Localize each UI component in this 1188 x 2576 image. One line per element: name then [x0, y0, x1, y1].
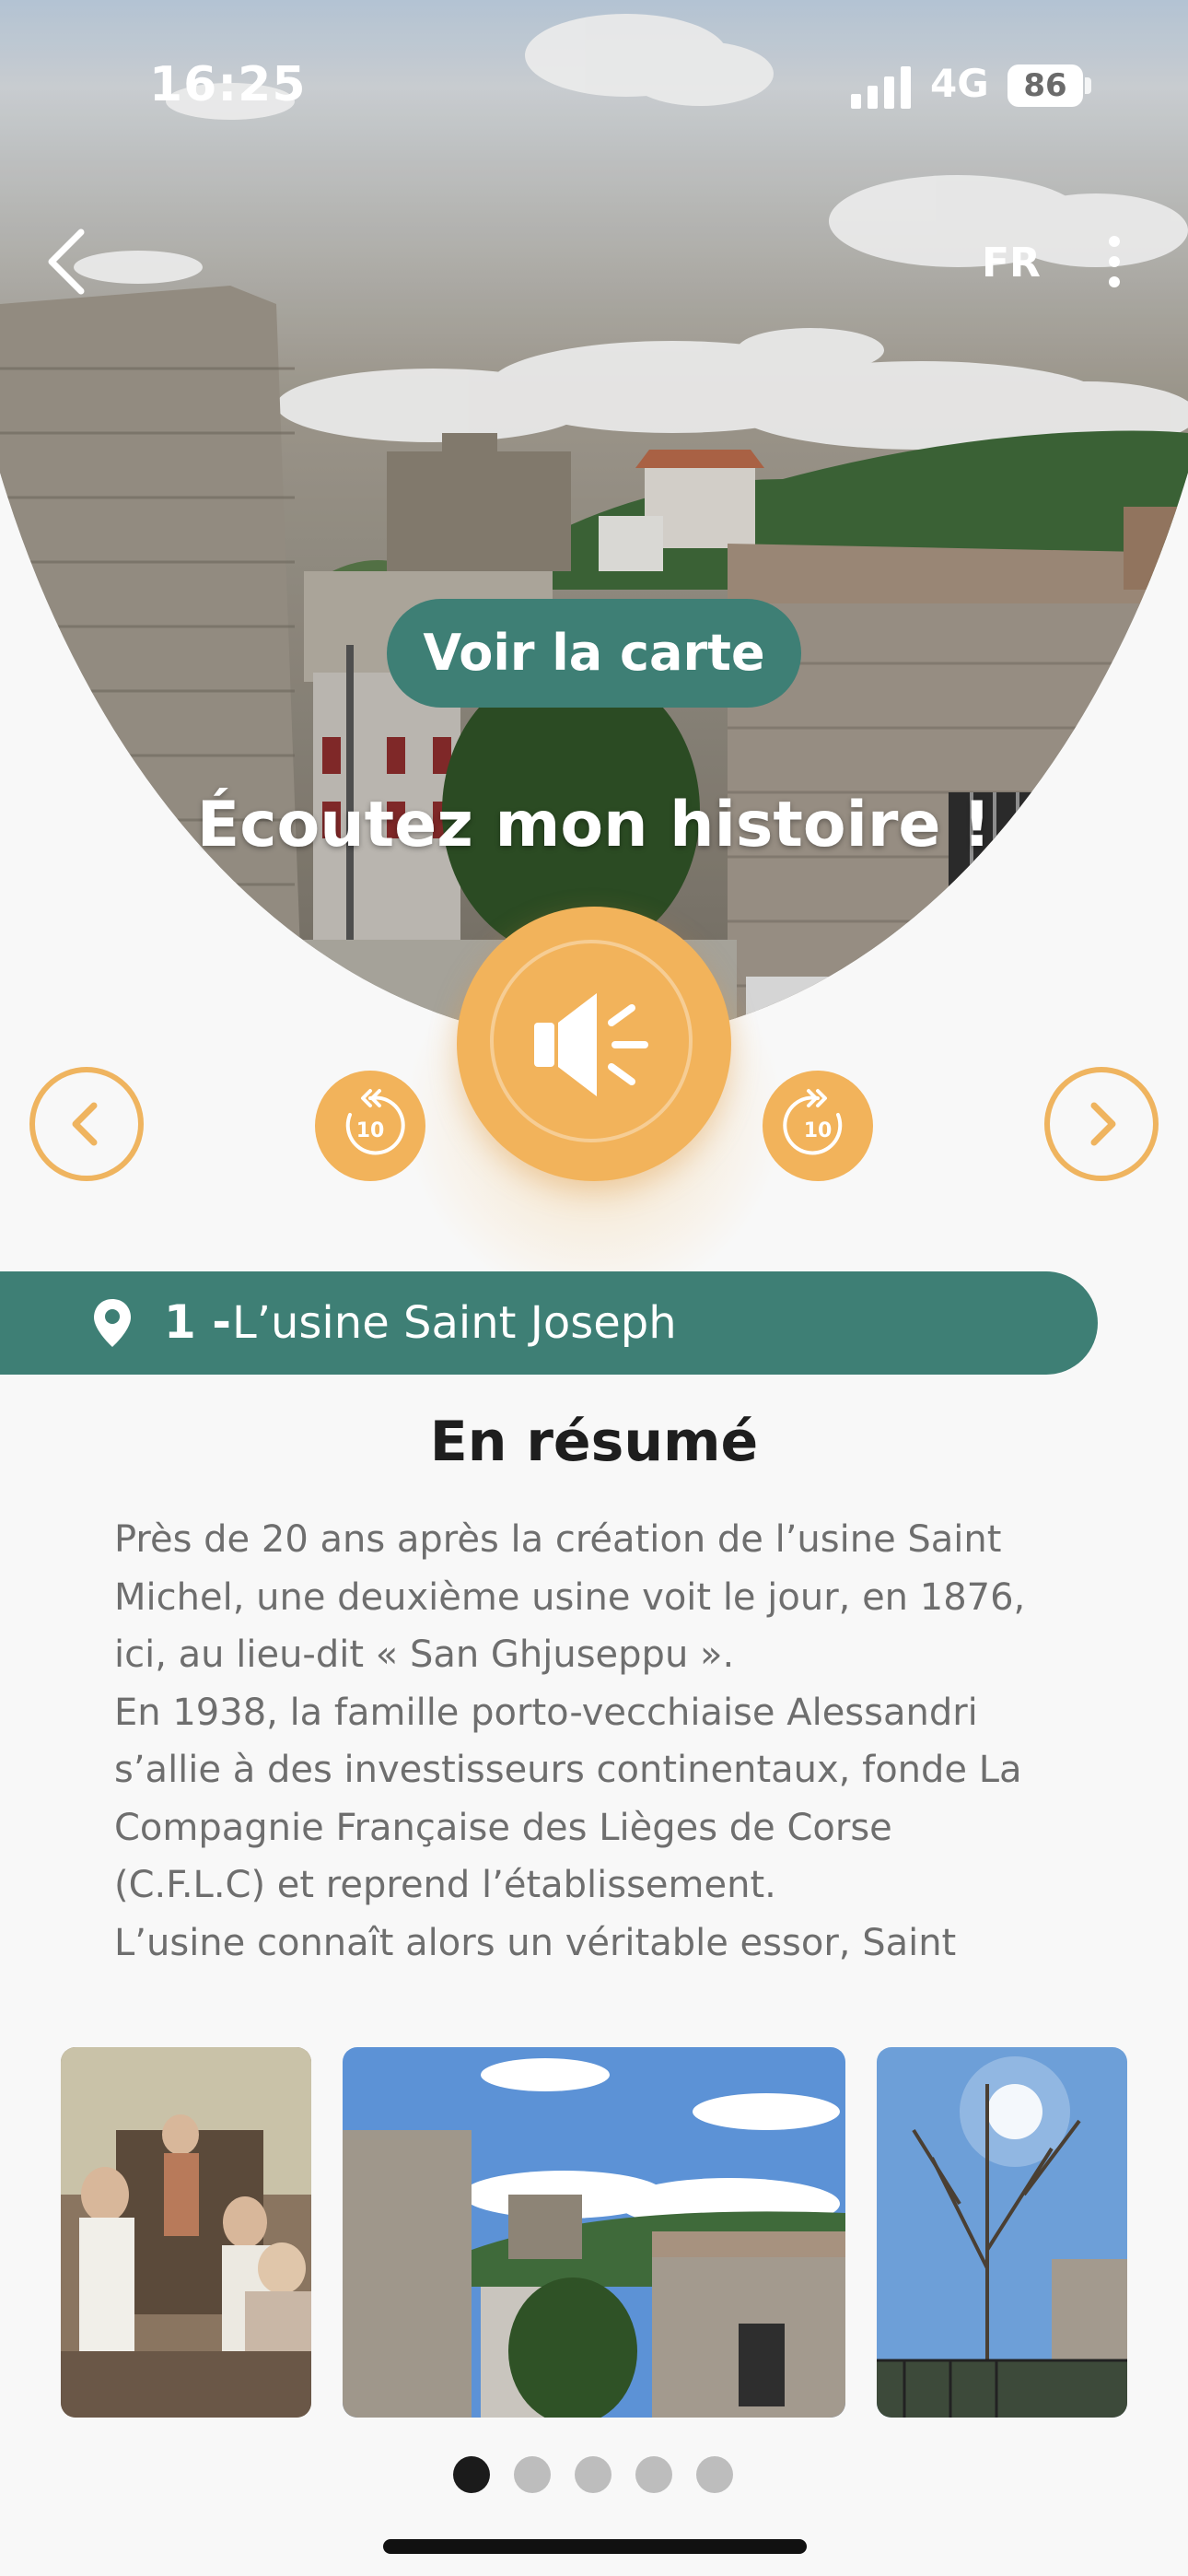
status-time: 16:25 [149, 57, 307, 112]
signal-icon [851, 66, 911, 109]
summary-line: Près de 20 ans après la création de l’us… [114, 1518, 1002, 1561]
network-label: 4G [930, 61, 989, 106]
summary-line: (C.F.L.C) et reprend l’établissement. [114, 1864, 776, 1906]
summary-line: Michel, une deuxième usine voit le jour,… [114, 1575, 1026, 1619]
pagination-dot[interactable] [635, 2456, 672, 2493]
previous-stop-button[interactable] [29, 1067, 144, 1181]
pagination-dot[interactable] [696, 2456, 733, 2493]
rewind-10-label: 10 [356, 1119, 385, 1142]
stop-number: 1 - [164, 1295, 231, 1349]
summary-line: s’allie à des investisseurs continentaux… [114, 1749, 1022, 1791]
speaker-icon [534, 993, 648, 1096]
pagination-dot[interactable] [453, 2456, 490, 2493]
stop-banner: 1 - L’usine Saint Joseph [0, 1271, 1098, 1375]
language-selector[interactable]: FR [982, 240, 1041, 287]
summary-line: Compagnie Française des Lièges de Corse [114, 1806, 892, 1849]
summary-line: L’usine connaît alors un véritable essor… [114, 1921, 957, 1964]
summary-line: ici, au lieu-dit « San Ghjuseppu ». [114, 1633, 735, 1676]
rewind-10-icon: 10 [345, 1089, 405, 1155]
view-map-button[interactable]: Voir la carte [387, 599, 801, 708]
gallery-image-historic[interactable] [61, 2047, 311, 2418]
forward-10-label: 10 [804, 1119, 833, 1142]
chevron-left-icon [72, 1102, 98, 1146]
pagination-dot[interactable] [514, 2456, 551, 2493]
summary-line: En 1938, la famille porto-vecchiaise Ale… [114, 1691, 978, 1734]
home-indicator[interactable] [383, 2539, 807, 2554]
more-options-icon[interactable] [1101, 236, 1127, 297]
photo-gallery[interactable] [0, 2047, 1188, 2418]
play-audio-button[interactable] [457, 907, 731, 1181]
summary-title: En résumé [429, 1410, 759, 1474]
listen-title: Écoutez mon histoire ! [196, 789, 992, 861]
status-bar: 16:25 4G 86 [0, 0, 1188, 175]
battery-tip [1085, 77, 1091, 94]
summary-text: Près de 20 ans après la création de l’us… [114, 1511, 1072, 1972]
pagination-dot[interactable] [575, 2456, 611, 2493]
map-pin-icon [94, 1299, 131, 1347]
rewind-10-button[interactable]: 10 [315, 1071, 425, 1181]
chevron-right-icon [1090, 1102, 1116, 1146]
battery-icon: 86 [1007, 64, 1083, 107]
gallery-image-building[interactable] [343, 2047, 845, 2418]
next-stop-button[interactable] [1044, 1067, 1159, 1181]
forward-10-button[interactable]: 10 [763, 1071, 873, 1181]
back-arrow-icon[interactable] [41, 225, 96, 299]
gallery-pagination [453, 2456, 739, 2493]
stop-title: L’usine Saint Joseph [232, 1297, 677, 1349]
forward-10-icon: 10 [783, 1089, 843, 1155]
gallery-image-tree[interactable] [877, 2047, 1127, 2418]
